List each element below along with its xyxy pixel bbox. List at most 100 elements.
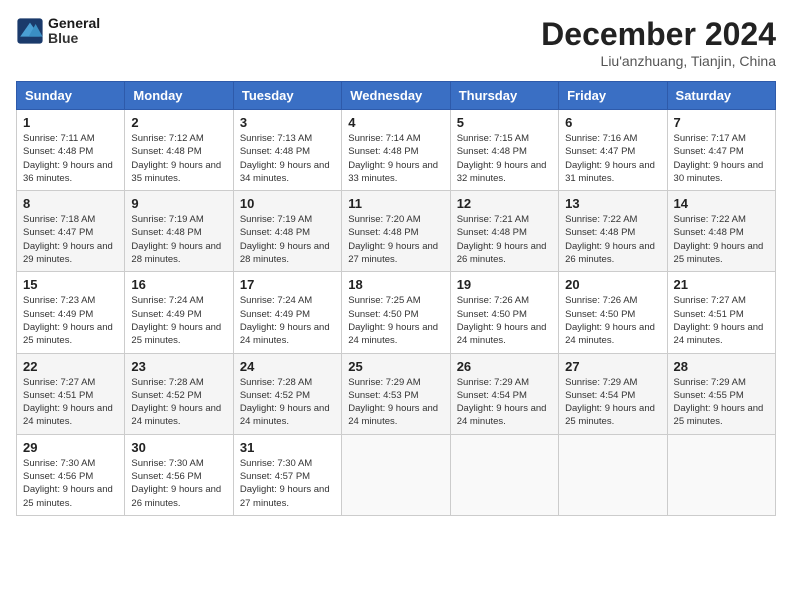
day-info: Sunrise: 7:30 AMSunset: 4:57 PMDaylight:… [240, 457, 335, 510]
calendar-cell: 8 Sunrise: 7:18 AMSunset: 4:47 PMDaylight… [17, 191, 125, 272]
day-info: Sunrise: 7:19 AMSunset: 4:48 PMDaylight:… [131, 213, 226, 266]
calendar-week-row: 8 Sunrise: 7:18 AMSunset: 4:47 PMDaylight… [17, 191, 776, 272]
calendar-cell: 31 Sunrise: 7:30 AMSunset: 4:57 PMDayligh… [233, 434, 341, 515]
day-number: 8 [23, 196, 118, 211]
logo: General Blue [16, 16, 100, 47]
day-info: Sunrise: 7:18 AMSunset: 4:47 PMDaylight:… [23, 213, 118, 266]
day-info: Sunrise: 7:20 AMSunset: 4:48 PMDaylight:… [348, 213, 443, 266]
calendar-cell: 19 Sunrise: 7:26 AMSunset: 4:50 PMDayligh… [450, 272, 558, 353]
calendar-cell: 4 Sunrise: 7:14 AMSunset: 4:48 PMDaylight… [342, 110, 450, 191]
day-number: 10 [240, 196, 335, 211]
day-number: 24 [240, 359, 335, 374]
calendar-cell: 17 Sunrise: 7:24 AMSunset: 4:49 PMDayligh… [233, 272, 341, 353]
logo-icon [16, 17, 44, 45]
calendar-cell [342, 434, 450, 515]
day-number: 14 [674, 196, 769, 211]
day-info: Sunrise: 7:29 AMSunset: 4:54 PMDaylight:… [457, 376, 552, 429]
day-info: Sunrise: 7:27 AMSunset: 4:51 PMDaylight:… [23, 376, 118, 429]
weekday-header: Sunday [17, 82, 125, 110]
calendar-cell: 15 Sunrise: 7:23 AMSunset: 4:49 PMDayligh… [17, 272, 125, 353]
day-info: Sunrise: 7:30 AMSunset: 4:56 PMDaylight:… [23, 457, 118, 510]
day-number: 2 [131, 115, 226, 130]
day-info: Sunrise: 7:26 AMSunset: 4:50 PMDaylight:… [457, 294, 552, 347]
calendar-cell: 1 Sunrise: 7:11 AMSunset: 4:48 PMDaylight… [17, 110, 125, 191]
calendar-cell: 13Sunrise: 7:22 AMSunset: 4:48 PMDayligh… [559, 191, 667, 272]
day-number: 6 [565, 115, 660, 130]
calendar-cell: 24 Sunrise: 7:28 AMSunset: 4:52 PMDayligh… [233, 353, 341, 434]
calendar-cell: 28 Sunrise: 7:29 AMSunset: 4:55 PMDayligh… [667, 353, 775, 434]
day-info: Sunrise: 7:13 AMSunset: 4:48 PMDaylight:… [240, 132, 335, 185]
day-number: 26 [457, 359, 552, 374]
day-number: 16 [131, 277, 226, 292]
calendar-cell: 14 Sunrise: 7:22 AMSunset: 4:48 PMDayligh… [667, 191, 775, 272]
day-number: 11 [348, 196, 443, 211]
day-info: Sunrise: 7:16 AMSunset: 4:47 PMDaylight:… [565, 132, 660, 185]
calendar-cell: 29 Sunrise: 7:30 AMSunset: 4:56 PMDayligh… [17, 434, 125, 515]
day-info: Sunrise: 7:14 AMSunset: 4:48 PMDaylight:… [348, 132, 443, 185]
day-info: Sunrise: 7:30 AMSunset: 4:56 PMDaylight:… [131, 457, 226, 510]
calendar-cell: 5 Sunrise: 7:15 AMSunset: 4:48 PMDaylight… [450, 110, 558, 191]
day-number: 22 [23, 359, 118, 374]
calendar-week-row: 29 Sunrise: 7:30 AMSunset: 4:56 PMDayligh… [17, 434, 776, 515]
day-number: 7 [674, 115, 769, 130]
day-info: Sunrise: 7:24 AMSunset: 4:49 PMDaylight:… [131, 294, 226, 347]
day-info: Sunrise: 7:29 AMSunset: 4:54 PMDaylight:… [565, 376, 660, 429]
calendar-cell: 9 Sunrise: 7:19 AMSunset: 4:48 PMDaylight… [125, 191, 233, 272]
calendar-cell: 3 Sunrise: 7:13 AMSunset: 4:48 PMDaylight… [233, 110, 341, 191]
weekday-header: Monday [125, 82, 233, 110]
day-info: Sunrise: 7:22 AMSunset: 4:48 PMDaylight:… [674, 213, 769, 266]
day-number: 4 [348, 115, 443, 130]
day-info: Sunrise: 7:11 AMSunset: 4:48 PMDaylight:… [23, 132, 118, 185]
location: Liu'anzhuang, Tianjin, China [541, 53, 776, 69]
day-info: Sunrise: 7:25 AMSunset: 4:50 PMDaylight:… [348, 294, 443, 347]
weekday-header: Saturday [667, 82, 775, 110]
weekday-header: Thursday [450, 82, 558, 110]
calendar-cell: 27 Sunrise: 7:29 AMSunset: 4:54 PMDayligh… [559, 353, 667, 434]
logo-line2: Blue [48, 31, 100, 46]
calendar-cell [559, 434, 667, 515]
day-number: 9 [131, 196, 226, 211]
day-info: Sunrise: 7:15 AMSunset: 4:48 PMDaylight:… [457, 132, 552, 185]
day-number: 29 [23, 440, 118, 455]
calendar-cell: 11 Sunrise: 7:20 AMSunset: 4:48 PMDayligh… [342, 191, 450, 272]
day-info: Sunrise: 7:28 AMSunset: 4:52 PMDaylight:… [240, 376, 335, 429]
calendar-cell: 6 Sunrise: 7:16 AMSunset: 4:47 PMDaylight… [559, 110, 667, 191]
day-number: 13 [565, 196, 660, 211]
day-info: Sunrise: 7:24 AMSunset: 4:49 PMDaylight:… [240, 294, 335, 347]
calendar-cell: 16 Sunrise: 7:24 AMSunset: 4:49 PMDayligh… [125, 272, 233, 353]
day-number: 18 [348, 277, 443, 292]
calendar-cell: 20Sunrise: 7:26 AMSunset: 4:50 PMDayligh… [559, 272, 667, 353]
calendar-cell: 30Sunrise: 7:30 AMSunset: 4:56 PMDayligh… [125, 434, 233, 515]
day-number: 1 [23, 115, 118, 130]
day-info: Sunrise: 7:19 AMSunset: 4:48 PMDaylight:… [240, 213, 335, 266]
calendar-cell: 18 Sunrise: 7:25 AMSunset: 4:50 PMDayligh… [342, 272, 450, 353]
day-number: 19 [457, 277, 552, 292]
calendar-cell: 25Sunrise: 7:29 AMSunset: 4:53 PMDayligh… [342, 353, 450, 434]
day-number: 28 [674, 359, 769, 374]
day-number: 5 [457, 115, 552, 130]
calendar-cell [450, 434, 558, 515]
calendar-week-row: 15 Sunrise: 7:23 AMSunset: 4:49 PMDayligh… [17, 272, 776, 353]
day-info: Sunrise: 7:27 AMSunset: 4:51 PMDaylight:… [674, 294, 769, 347]
weekday-header: Friday [559, 82, 667, 110]
day-number: 15 [23, 277, 118, 292]
calendar-cell: 22 Sunrise: 7:27 AMSunset: 4:51 PMDayligh… [17, 353, 125, 434]
calendar-cell: 23Sunrise: 7:28 AMSunset: 4:52 PMDayligh… [125, 353, 233, 434]
page-header: General Blue December 2024 Liu'anzhuang,… [16, 16, 776, 69]
day-info: Sunrise: 7:26 AMSunset: 4:50 PMDaylight:… [565, 294, 660, 347]
calendar-header-row: SundayMondayTuesdayWednesdayThursdayFrid… [17, 82, 776, 110]
day-number: 17 [240, 277, 335, 292]
weekday-header: Wednesday [342, 82, 450, 110]
day-number: 27 [565, 359, 660, 374]
day-info: Sunrise: 7:23 AMSunset: 4:49 PMDaylight:… [23, 294, 118, 347]
weekday-header: Tuesday [233, 82, 341, 110]
calendar-cell: 21Sunrise: 7:27 AMSunset: 4:51 PMDayligh… [667, 272, 775, 353]
month-title: December 2024 [541, 16, 776, 53]
calendar-week-row: 1 Sunrise: 7:11 AMSunset: 4:48 PMDaylight… [17, 110, 776, 191]
logo-text: General Blue [48, 16, 100, 47]
title-block: December 2024 Liu'anzhuang, Tianjin, Chi… [541, 16, 776, 69]
day-info: Sunrise: 7:29 AMSunset: 4:55 PMDaylight:… [674, 376, 769, 429]
day-number: 3 [240, 115, 335, 130]
day-number: 31 [240, 440, 335, 455]
calendar-cell: 7Sunrise: 7:17 AMSunset: 4:47 PMDaylight… [667, 110, 775, 191]
